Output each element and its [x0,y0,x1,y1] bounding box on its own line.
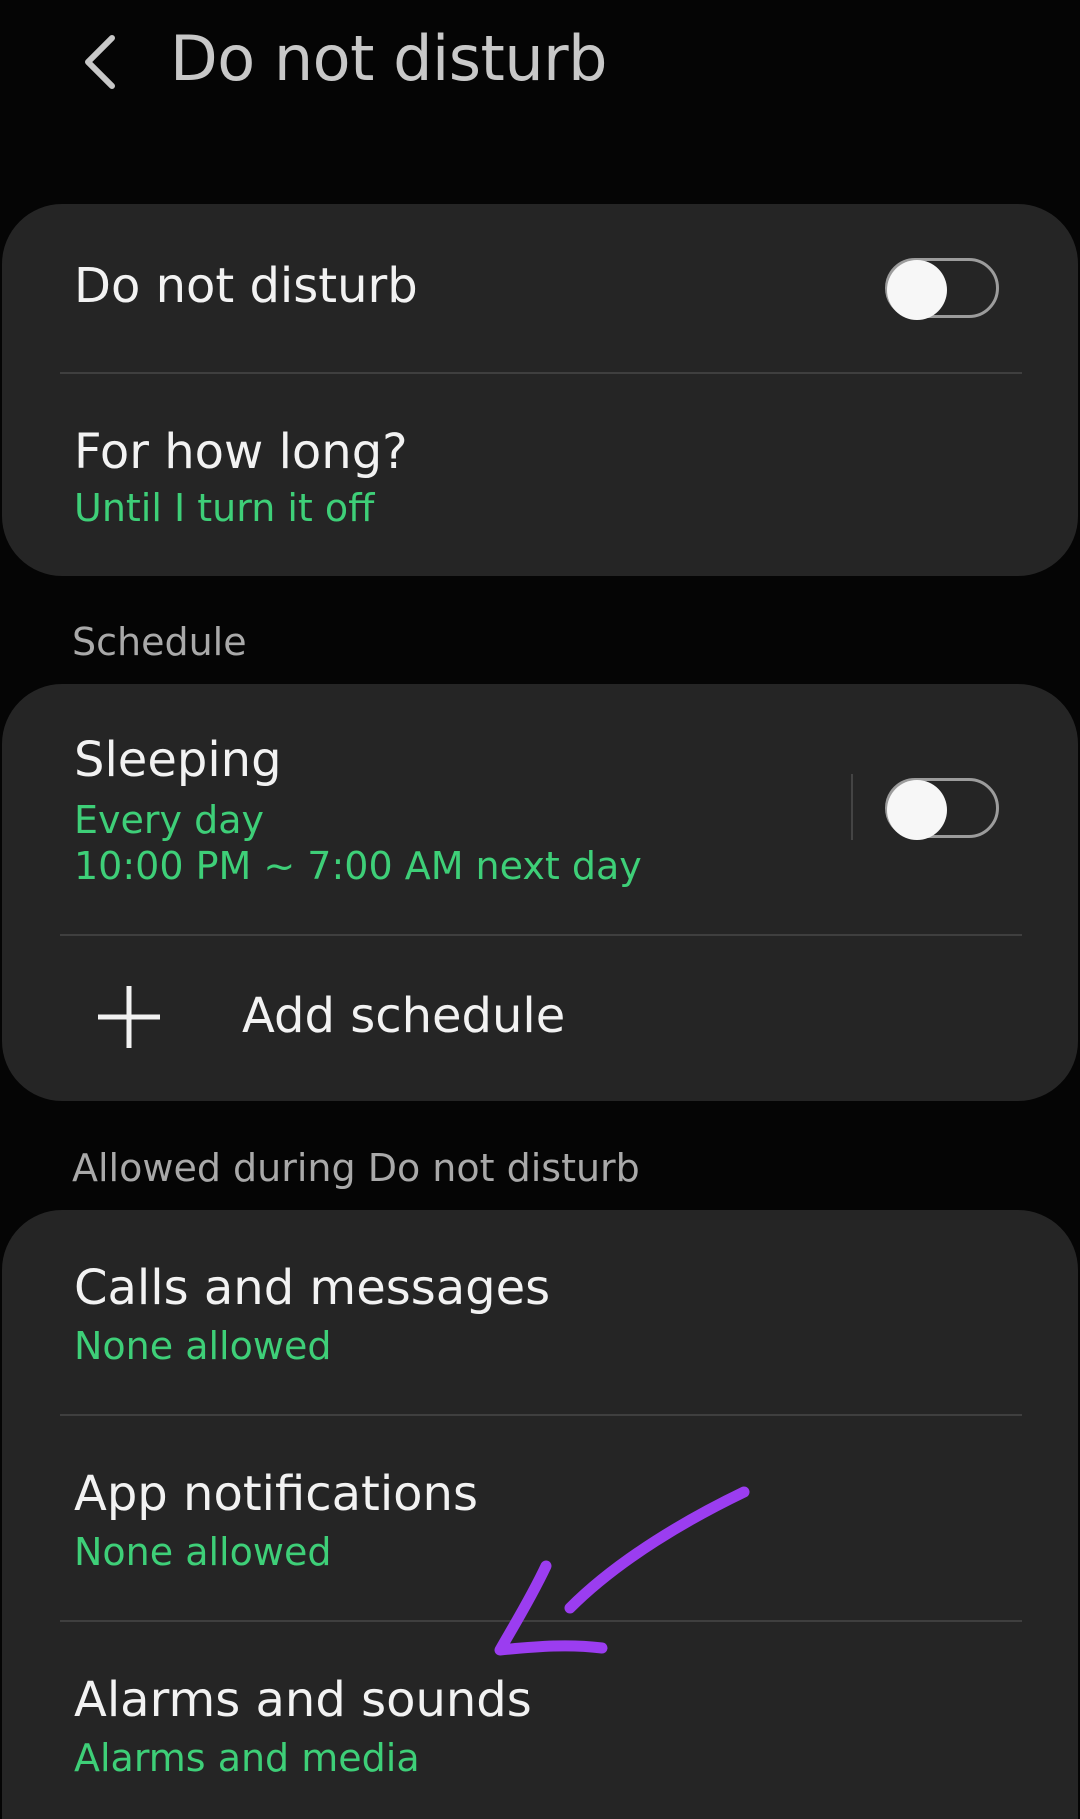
chevron-left-icon [85,35,115,89]
schedule-card: Sleeping Every day 10:00 PM ~ 7:00 AM ne… [2,684,1078,1101]
add-schedule-button[interactable]: Add schedule [2,936,1078,1101]
toggle-knob [887,780,947,840]
sleeping-toggle-switch[interactable] [885,778,999,840]
duration-row[interactable]: For how long? Until I turn it off [2,374,1078,576]
allowed-item-title: Alarms and sounds [74,1672,532,1728]
dnd-toggle-switch[interactable] [885,258,999,320]
allowed-item-title: Calls and messages [74,1260,551,1316]
allowed-item-title: App notifications [74,1466,478,1522]
dnd-toggle-label: Do not disturb [74,258,418,314]
schedule-item-time: 10:00 PM ~ 7:00 AM next day [74,844,642,888]
app-bar: Do not disturb [0,0,1080,130]
allowed-item-value: Alarms and media [74,1736,420,1780]
allowed-section-header: Allowed during Do not disturb [72,1146,640,1190]
dnd-main-card: Do not disturb For how long? Until I tur… [2,204,1078,576]
calls-messages-row[interactable]: Calls and messages None allowed [2,1210,1078,1414]
schedule-item-days: Every day [74,798,264,842]
allowed-item-value: None allowed [74,1530,332,1574]
duration-value: Until I turn it off [74,486,375,530]
vertical-separator [851,774,853,840]
back-button[interactable] [60,22,140,102]
page-title: Do not disturb [170,22,607,95]
toggle-knob [887,260,947,320]
schedule-item-sleeping[interactable]: Sleeping Every day 10:00 PM ~ 7:00 AM ne… [2,684,1078,934]
schedule-section-header: Schedule [72,620,247,664]
dnd-toggle-row[interactable]: Do not disturb [2,204,1078,372]
schedule-item-title: Sleeping [74,732,282,788]
app-notifications-row[interactable]: App notifications None allowed [2,1416,1078,1620]
allowed-item-value: None allowed [74,1324,332,1368]
allowed-card: Calls and messages None allowed App noti… [2,1210,1078,1819]
alarms-sounds-row[interactable]: Alarms and sounds Alarms and media [2,1622,1078,1819]
duration-title: For how long? [74,424,408,480]
plus-icon [98,986,160,1048]
add-schedule-label: Add schedule [242,988,566,1044]
dnd-settings-screen: Do not disturb Do not disturb For how lo… [0,0,1080,1819]
